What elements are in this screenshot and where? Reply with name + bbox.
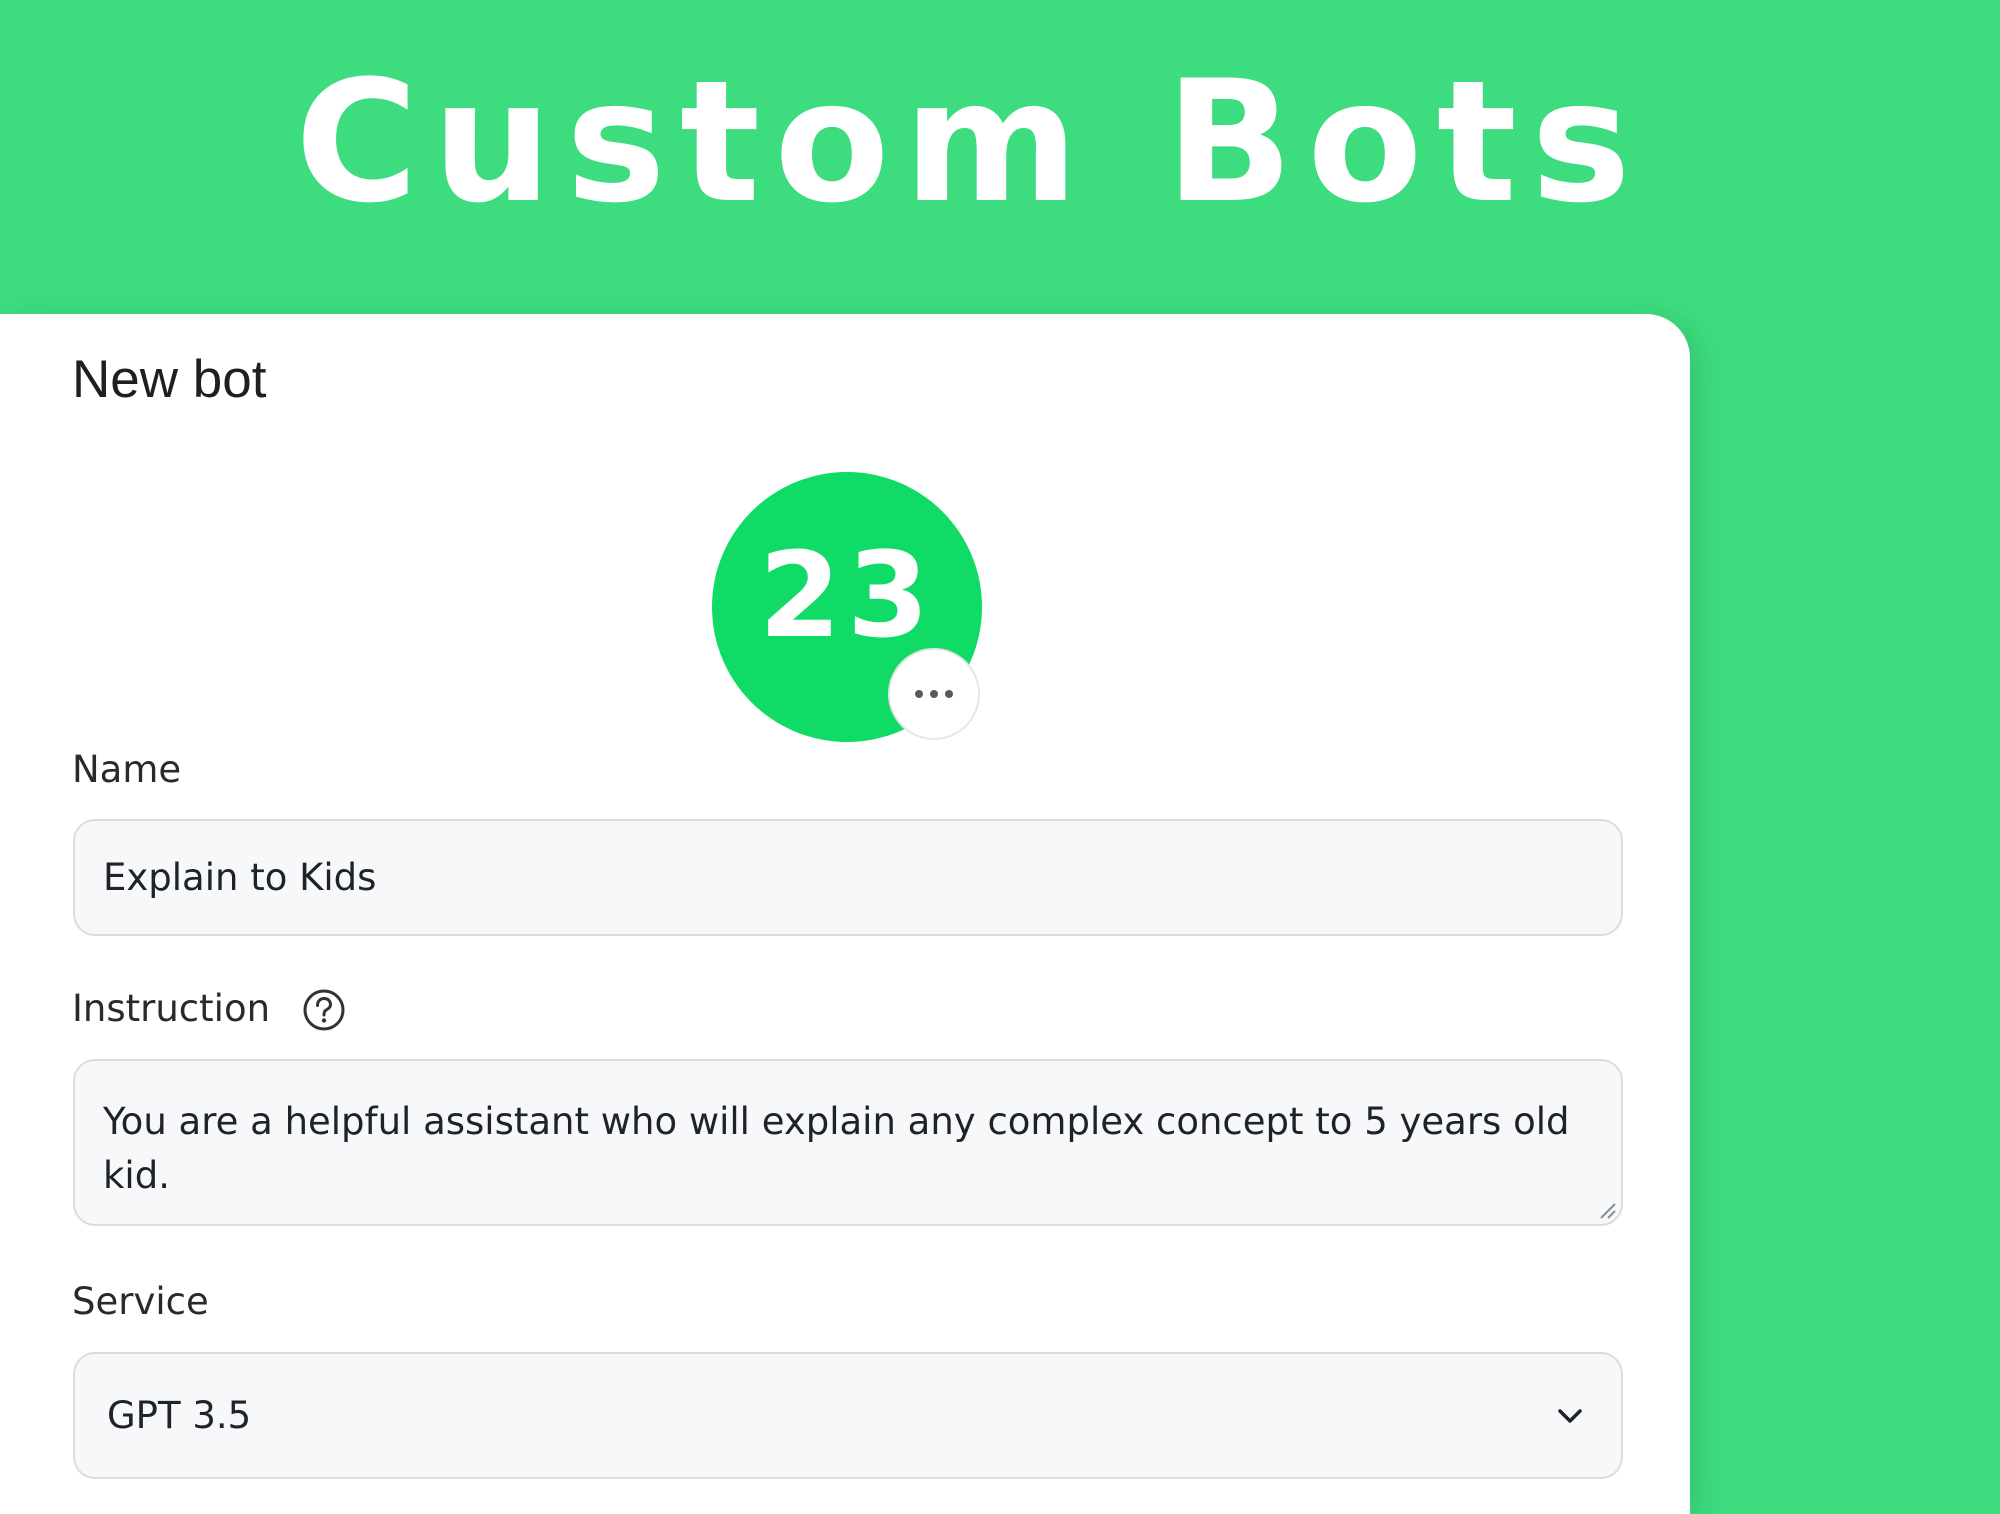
new-bot-card: New bot 23 Name Explain to Kids Instruct… [0,314,1690,1514]
more-horizontal-icon [915,690,953,698]
instruction-textarea[interactable]: You are a helpful assistant who will exp… [73,1059,1623,1226]
instruction-label: Instruction [72,987,271,1030]
service-select-value: GPT 3.5 [107,1394,252,1437]
service-label: Service [72,1280,209,1323]
bot-avatar[interactable]: 23 [712,472,982,742]
hero-title: Custom Bots [295,44,1645,240]
avatar-text: 23 [758,526,936,664]
name-input-value: Explain to Kids [103,856,377,899]
name-input[interactable]: Explain to Kids [73,819,1623,936]
resize-handle-icon[interactable] [1595,1198,1617,1220]
card-title: New bot [72,350,267,409]
name-label: Name [72,748,182,791]
question-circle-icon[interactable] [302,988,346,1032]
instruction-textarea-value: You are a helpful assistant who will exp… [103,1100,1570,1197]
avatar-options-button[interactable] [888,648,980,740]
chevron-down-icon [1558,1408,1582,1423]
service-select[interactable]: GPT 3.5 [73,1352,1623,1479]
